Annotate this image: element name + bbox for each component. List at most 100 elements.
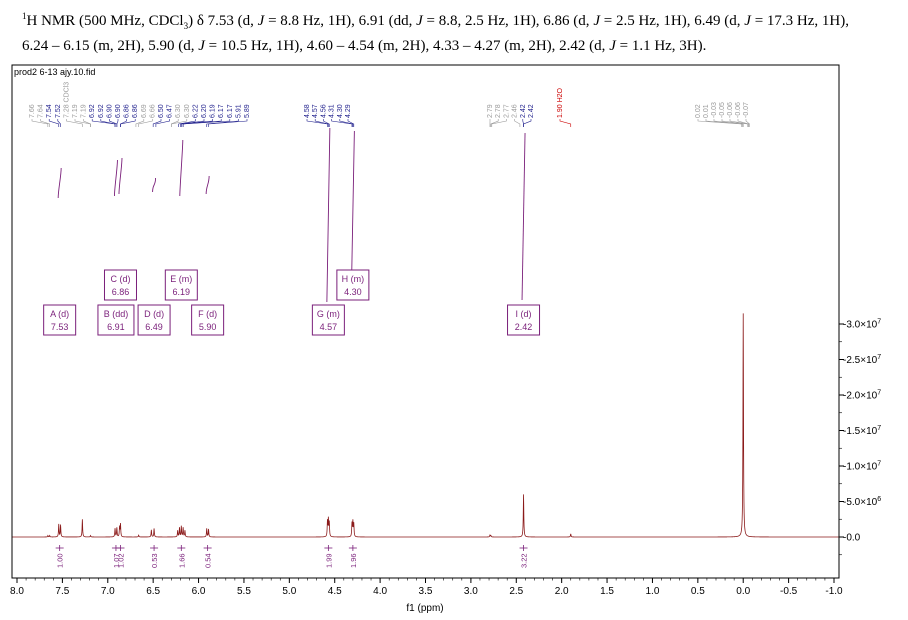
y-tick-label: -1.5×107 [843,425,881,437]
y-tick-label: -0.0 [843,533,861,544]
integral-curve [179,139,184,197]
peak-label: -0.03 [711,102,718,118]
x-tick-label: 2.0 [555,586,569,597]
multiplet-label: D (d) [144,309,164,319]
peak-label: 7.66 [29,104,36,118]
peak-label: 6.86 [124,104,131,118]
integral-value: 0.53 [150,553,159,568]
x-tick-label: 6.5 [146,586,160,597]
x-axis-title: f1 (ppm) [406,603,443,614]
peak-label-leader [66,119,83,127]
x-tick-label: 0.5 [691,586,705,597]
x-tick-label: 4.0 [373,586,387,597]
multiplet-label: C (d) [110,274,130,284]
y-tick-label: -2.0×107 [843,390,881,402]
peak-label: 4.30 [337,104,344,118]
peak-label: 7.19 [81,104,88,118]
x-tick-label: 5.0 [282,586,296,597]
peak-label: 6.30 [184,104,191,118]
x-tick-label: 3.5 [419,586,433,597]
peak-label: 6.90 [115,104,122,118]
integral-curve [326,127,331,303]
y-tick-exponent: 7 [877,461,881,468]
multiplet-label: E (m) [170,274,192,284]
peak-label: -0.06 [727,102,734,118]
peak-label: 5.89 [244,104,251,118]
multiplet-shift: 4.57 [320,322,338,332]
peak-label: 4.58 [304,104,311,118]
multiplet-label: F (d) [198,309,217,319]
multiplet-shift: 6.19 [173,287,191,297]
peak-label: 0.01 [703,104,710,118]
peak-label: 6.90 [106,104,113,118]
y-tick-label: -3.0×107 [843,319,881,331]
plot-frame [11,64,840,579]
integral-curve [118,157,123,195]
y-tick-exponent: 7 [877,425,881,432]
x-tick-label: 5.5 [237,586,251,597]
y-tick-exponent: 7 [877,390,881,397]
y-tick-label: -1.0×107 [843,461,881,473]
peak-label-leader [31,119,49,127]
x-tick-label: 2.5 [509,586,523,597]
x-tick-label: 0.0 [736,586,750,597]
x-tick-label: 7.0 [101,586,115,597]
peak-label: 6.92 [98,104,105,118]
x-tick-label: 1.5 [600,586,614,597]
integral-curve [152,177,157,193]
peak-label: -0.06 [735,102,742,118]
multiplet-label: B (dd) [104,309,129,319]
peak-label: 6.19 [210,104,217,118]
integral-value: 1.66 [177,553,186,568]
peak-label: 1.90 H2O [557,87,564,118]
peak-label-leader [155,119,170,127]
peak-label: 6.17 [218,104,225,118]
peak-label-leader [559,119,572,127]
peak-label: 6.22 [192,104,199,118]
peak-label: 6.66 [149,104,156,118]
x-tick-label: 1.0 [645,586,659,597]
multiplet-shift: 6.49 [145,322,163,332]
x-tick-label: 8.0 [10,586,24,597]
integral-curve [113,159,118,197]
peak-label: 2.77 [503,104,510,118]
peak-label-leader [514,119,521,127]
integral-value: 1.00 [56,553,65,568]
peak-label: 6.20 [201,104,208,118]
peak-label: 6.69 [141,104,148,118]
multiplet-shift: 7.53 [51,322,69,332]
peak-label: 7.52 [55,104,62,118]
y-tick-label: -2.5×107 [843,354,881,366]
integral-value: 0.54 [204,553,213,568]
spectrum-group [12,313,839,538]
peak-label-leader [138,119,153,127]
peak-label-group: 7.66 7.64 7.54 7.52 7.28 CDCl3 7.19 7.19 6.92 6.… [29,82,750,127]
x-axis: 8.0 7.5 7.0 6.5 6.0 5.5 5.0 4.5 4.0 3.5 3.0 2.5 2.0 1… [10,577,843,597]
multiplet-shift: 6.91 [107,322,125,332]
multiplet-shift: 5.90 [199,322,217,332]
multiplet-label: I (d) [516,309,532,319]
x-tick-label: -0.5 [780,586,798,597]
peak-label: 4.31 [329,104,336,118]
y-tick-exponent: 7 [877,319,881,326]
peak-label: 6.47 [167,104,174,118]
peak-label: 5.91 [235,104,242,118]
spectrum-trace [12,313,839,538]
peak-label: 0.02 [695,104,702,118]
peak-label: -0.05 [719,102,726,118]
peak-label: 6.30 [175,104,182,118]
peak-label-leader [48,119,60,127]
x-tick-label: 6.0 [192,586,206,597]
integral-value: 1.99 [324,553,333,568]
x-tick-label: 3.0 [464,586,478,597]
x-tick-label: 4.5 [328,586,342,597]
y-axis: -3.0×107 -2.5×107 -2.0×107 -1.5×107 -1.0×107… [839,319,881,556]
peak-label: 7.19 [72,104,79,118]
file-name-label: prod2 6-13 ajy.10.fid [14,67,95,77]
integral-value: 1.02 [116,553,125,568]
peak-label-leader [116,119,119,127]
integral-value: 1.96 [349,553,358,568]
peak-label: 2.46 [512,104,519,118]
x-tick-label: -1.0 [825,586,843,597]
peak-label: 2.42 [520,104,527,118]
